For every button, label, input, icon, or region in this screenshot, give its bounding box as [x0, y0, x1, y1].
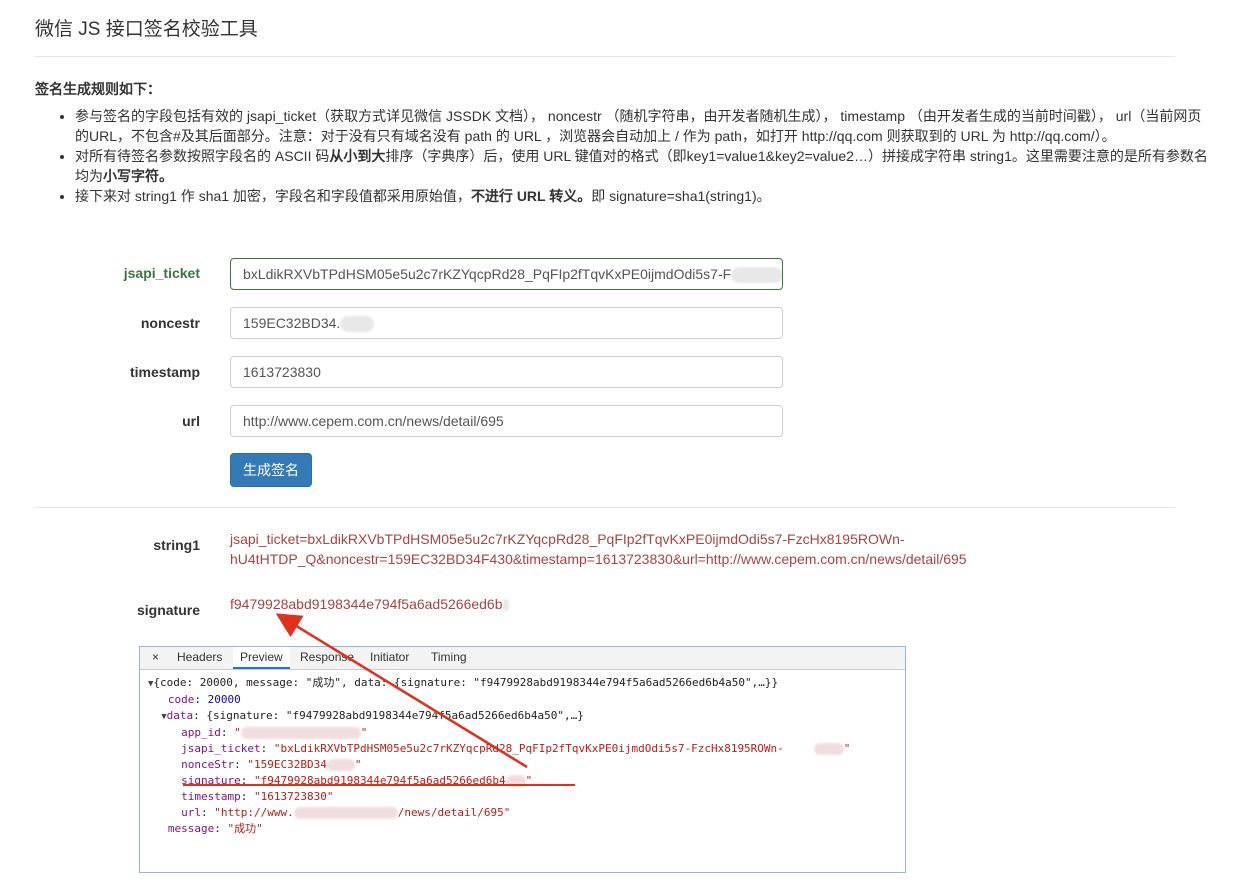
annotation-arrow-icon	[275, 613, 528, 769]
